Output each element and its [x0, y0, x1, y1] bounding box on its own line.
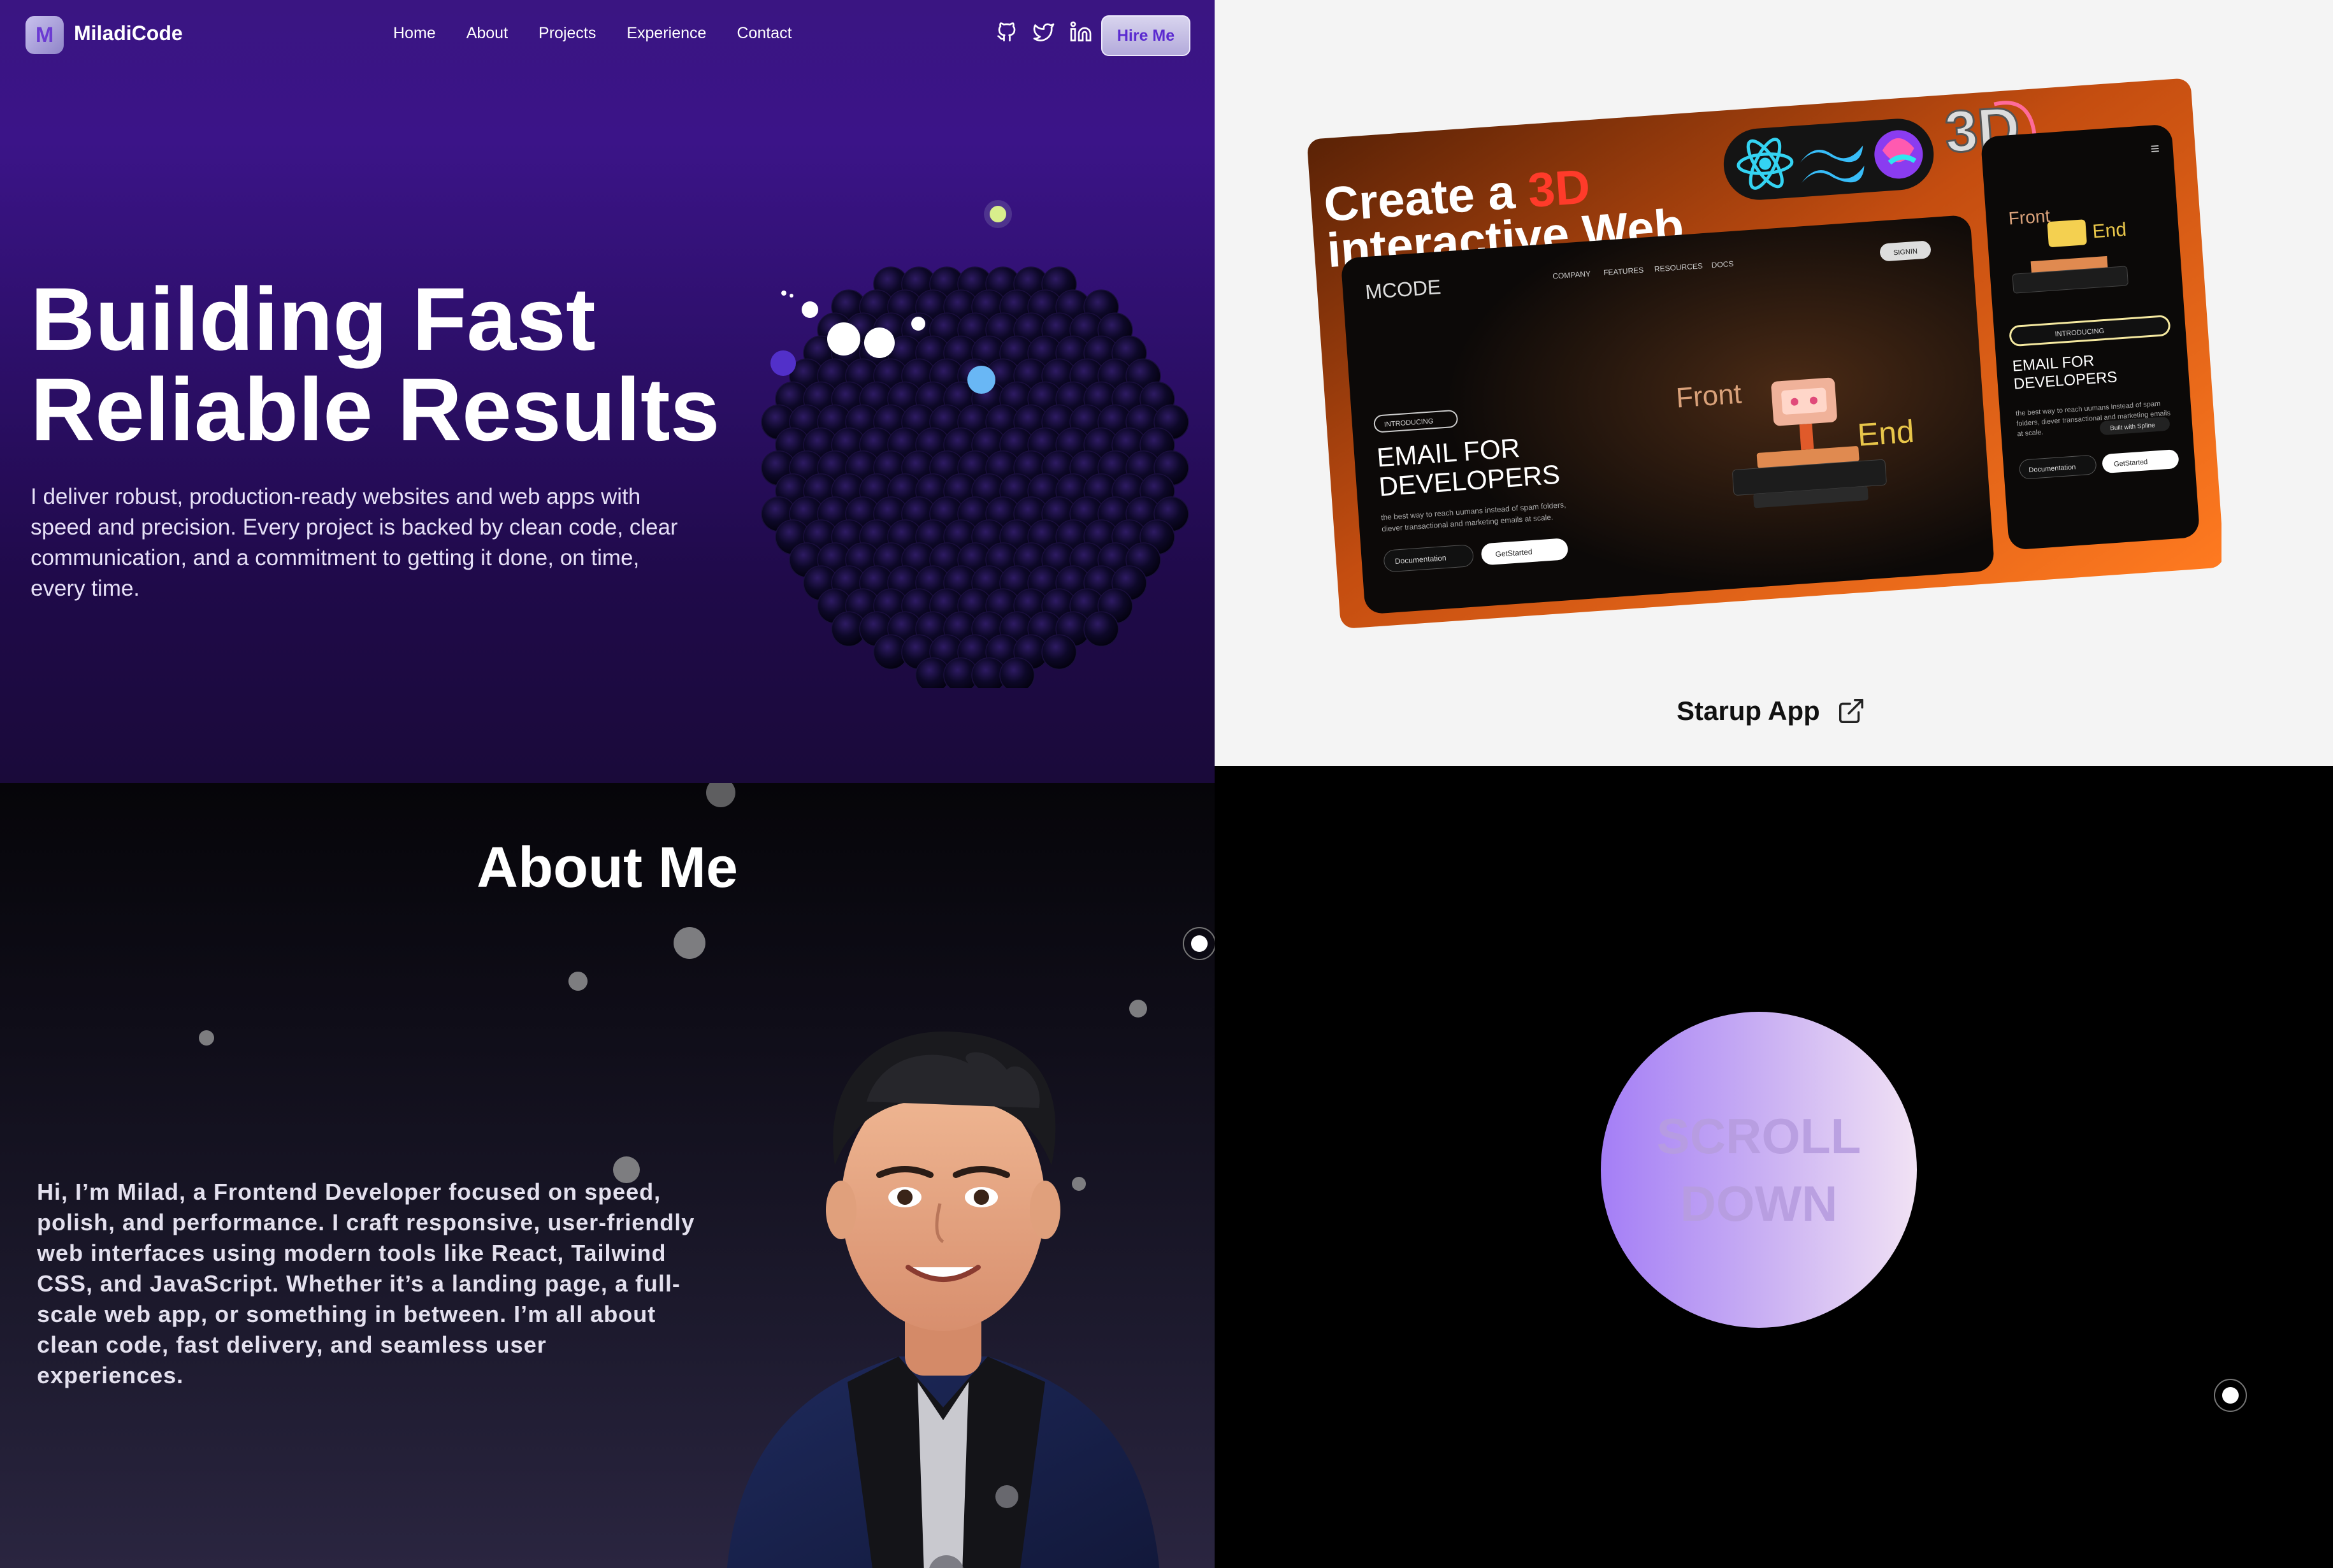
floating-particle — [706, 783, 735, 807]
sphere-ball — [1083, 611, 1119, 647]
brand-name[interactable]: MiladiCode — [74, 22, 183, 45]
scroll-down-button[interactable]: SCROLL DOWN — [1601, 1012, 1917, 1328]
mock-front-label: Front — [1675, 378, 1743, 414]
hero-title-line-2: Reliable Results — [31, 359, 720, 459]
nav-link-experience[interactable]: Experience — [626, 24, 706, 43]
mock-menu-docs: DOCS — [1711, 259, 1734, 270]
github-icon[interactable] — [995, 20, 1018, 43]
hire-me-button[interactable]: Hire Me — [1101, 15, 1190, 56]
nav-links: Home About Projects Experience Contact — [393, 24, 792, 43]
navbar: M MiladiCode Home About Projects Experie… — [0, 0, 1215, 70]
hero-title-line-1: Building Fast — [31, 269, 596, 369]
cursor-ring — [1183, 927, 1215, 960]
mock-side-end: End — [2091, 219, 2127, 243]
about-description: Hi, I’m Milad, a Frontend Developer focu… — [37, 1179, 695, 1388]
project-title-link[interactable]: Starup App — [1677, 696, 1866, 726]
hero-title: Building Fast Reliable Results — [31, 274, 783, 455]
hero-subtitle: I deliver robust, production-ready websi… — [31, 484, 678, 601]
scroll-section: SCROLL DOWN — [1215, 766, 2333, 1568]
mock-side-front: Front — [2008, 206, 2051, 228]
floating-particle — [995, 1485, 1018, 1508]
external-link-icon[interactable] — [1837, 696, 1866, 726]
scroll-label-line-1: SCROLL — [1656, 1108, 1861, 1164]
svg-text:≡: ≡ — [2150, 140, 2160, 158]
sphere-ball — [999, 657, 1035, 688]
nav-link-home[interactable]: Home — [393, 24, 436, 43]
about-title: About Me — [477, 836, 738, 900]
white-orb — [827, 322, 860, 356]
cursor-ring — [2214, 1379, 2247, 1412]
developer-avatar-illustration — [726, 1032, 1160, 1568]
project-preview-image[interactable]: Create a 3D interactive Web 3D MCODE COM… — [1304, 70, 2221, 644]
floating-particle — [568, 972, 588, 991]
nav-link-about[interactable]: About — [466, 24, 508, 43]
mock-end-label: End — [1856, 414, 1916, 453]
hero-section: M MiladiCode Home About Projects Experie… — [0, 0, 1215, 785]
social-icons — [995, 20, 1092, 43]
blue-orb — [967, 366, 995, 394]
project-section: Create a 3D interactive Web 3D MCODE COM… — [1215, 0, 2333, 766]
linkedin-icon[interactable] — [1069, 20, 1092, 43]
nav-link-contact[interactable]: Contact — [737, 24, 791, 43]
floating-particle — [199, 1030, 214, 1046]
project-title[interactable]: Starup App — [1677, 696, 1820, 726]
twitter-icon[interactable] — [1032, 20, 1055, 43]
logo-badge[interactable]: M — [25, 16, 64, 54]
sphere-ball — [1041, 634, 1077, 670]
nav-link-projects[interactable]: Projects — [538, 24, 596, 43]
about-section: About Me Hi, I’m Milad, a Frontend Devel… — [0, 783, 1215, 1568]
particle-sphere-graphic — [761, 200, 1189, 688]
scroll-label-line-2: DOWN — [1680, 1176, 1838, 1232]
